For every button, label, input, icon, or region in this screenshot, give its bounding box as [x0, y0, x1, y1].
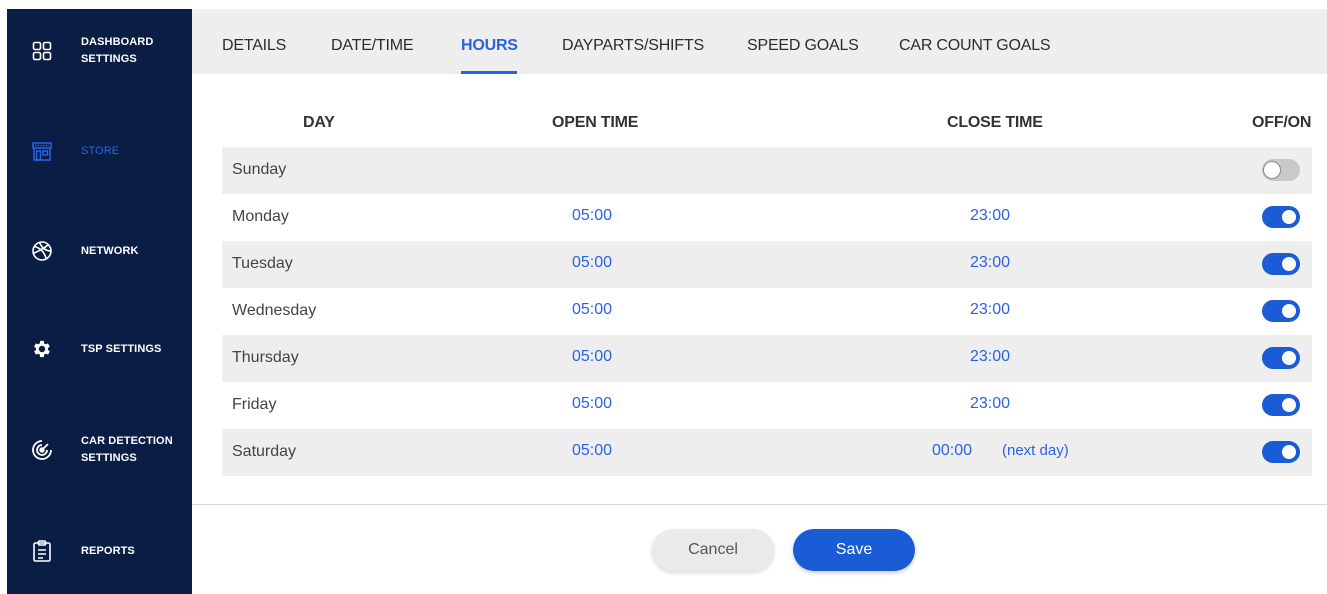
- close-time[interactable]: 23:00: [970, 254, 1010, 272]
- toggle-knob: [1280, 302, 1298, 320]
- tab-dayparts-shifts[interactable]: DAYPARTS/SHIFTS: [562, 37, 704, 55]
- toggle-knob: [1280, 396, 1298, 414]
- sidebar-label-line: SETTINGS: [81, 452, 137, 464]
- tab-speed-goals[interactable]: SPEED GOALS: [747, 37, 859, 55]
- network-icon: [31, 240, 53, 262]
- footer-divider: [192, 504, 1327, 505]
- tab-date-time[interactable]: DATE/TIME: [331, 37, 414, 55]
- next-day-note: (next day): [1002, 442, 1069, 459]
- toggle-knob: [1280, 443, 1298, 461]
- toggle-knob: [1263, 161, 1281, 179]
- day-name: Friday: [232, 396, 277, 413]
- sidebar-item-label: TSP SETTINGS: [81, 343, 162, 355]
- close-time[interactable]: 23:00: [970, 207, 1010, 225]
- dashboard-grid-icon: [31, 40, 53, 62]
- sidebar-item-store[interactable]: STORE: [7, 131, 192, 171]
- sidebar-item-reports[interactable]: REPORTS: [7, 531, 192, 571]
- active-tab-indicator: [461, 71, 517, 74]
- sidebar-label-line: SETTINGS: [81, 53, 137, 65]
- toggle-knob: [1280, 208, 1298, 226]
- tab-bar: DETAILS DATE/TIME HOURS DAYPARTS/SHIFTS …: [192, 9, 1327, 74]
- column-header-off-on: OFF/ON: [1252, 114, 1312, 131]
- day-name: Saturday: [232, 443, 297, 460]
- open-time[interactable]: 05:00: [572, 254, 612, 272]
- table-row: Thursday 05:00 23:00: [222, 335, 1312, 382]
- sidebar-item-label: DASHBOARD SETTINGS: [81, 34, 153, 68]
- day-toggle[interactable]: [1262, 300, 1300, 322]
- column-header-open-time: OPEN TIME: [552, 114, 639, 131]
- table-row: Monday 05:00 23:00: [222, 194, 1312, 241]
- tab-details[interactable]: DETAILS: [222, 37, 286, 55]
- day-toggle[interactable]: [1262, 159, 1300, 181]
- table-row: Saturday 05:00 00:00 (next day): [222, 429, 1312, 476]
- table-row: Friday 05:00 23:00: [222, 382, 1312, 429]
- gear-icon: [31, 338, 53, 360]
- open-time[interactable]: 05:00: [572, 301, 612, 319]
- day-toggle[interactable]: [1262, 394, 1300, 416]
- car-detection-icon: [31, 439, 53, 461]
- sidebar-item-network[interactable]: NETWORK: [7, 231, 192, 271]
- sidebar-item-car-detection-settings[interactable]: CAR DETECTION SETTINGS: [7, 430, 192, 470]
- sidebar-item-label: STORE: [81, 145, 120, 157]
- day-name: Wednesday: [232, 302, 317, 319]
- toggle-knob: [1280, 349, 1298, 367]
- day-name: Thursday: [232, 349, 299, 366]
- sidebar-item-tsp-settings[interactable]: TSP SETTINGS: [7, 329, 192, 369]
- day-name: Monday: [232, 208, 289, 225]
- clipboard-icon: [31, 540, 53, 562]
- sidebar-item-label: CAR DETECTION SETTINGS: [81, 433, 173, 467]
- sidebar-label-line: CAR DETECTION: [81, 435, 173, 447]
- sidebar: DASHBOARD SETTINGS STORE NETWORK TSP SET…: [7, 9, 192, 594]
- open-time[interactable]: 05:00: [572, 207, 612, 225]
- day-name: Tuesday: [232, 255, 293, 272]
- close-time[interactable]: 00:00: [932, 442, 972, 460]
- close-time[interactable]: 23:00: [970, 348, 1010, 366]
- sidebar-label-line: DASHBOARD: [81, 36, 154, 48]
- day-name: Sunday: [232, 161, 287, 178]
- day-toggle[interactable]: [1262, 347, 1300, 369]
- table-row: Tuesday 05:00 23:00: [222, 241, 1312, 288]
- store-icon: [31, 140, 53, 162]
- column-header-close-time: CLOSE TIME: [947, 114, 1043, 131]
- cancel-button[interactable]: Cancel: [652, 529, 774, 571]
- sidebar-item-label: NETWORK: [81, 245, 139, 257]
- open-time[interactable]: 05:00: [572, 442, 612, 460]
- tab-car-count-goals[interactable]: CAR COUNT GOALS: [899, 37, 1051, 55]
- open-time[interactable]: 05:00: [572, 348, 612, 366]
- save-button[interactable]: Save: [793, 529, 915, 571]
- day-toggle[interactable]: [1262, 206, 1300, 228]
- day-toggle[interactable]: [1262, 253, 1300, 275]
- table-row: Sunday: [222, 147, 1312, 194]
- sidebar-item-dashboard-settings[interactable]: DASHBOARD SETTINGS: [7, 31, 192, 71]
- day-toggle[interactable]: [1262, 441, 1300, 463]
- toggle-knob: [1280, 255, 1298, 273]
- open-time[interactable]: 05:00: [572, 395, 612, 413]
- column-header-day: DAY: [303, 114, 335, 131]
- close-time[interactable]: 23:00: [970, 395, 1010, 413]
- sidebar-item-label: REPORTS: [81, 545, 135, 557]
- tab-hours[interactable]: HOURS: [461, 37, 518, 55]
- close-time[interactable]: 23:00: [970, 301, 1010, 319]
- table-row: Wednesday 05:00 23:00: [222, 288, 1312, 335]
